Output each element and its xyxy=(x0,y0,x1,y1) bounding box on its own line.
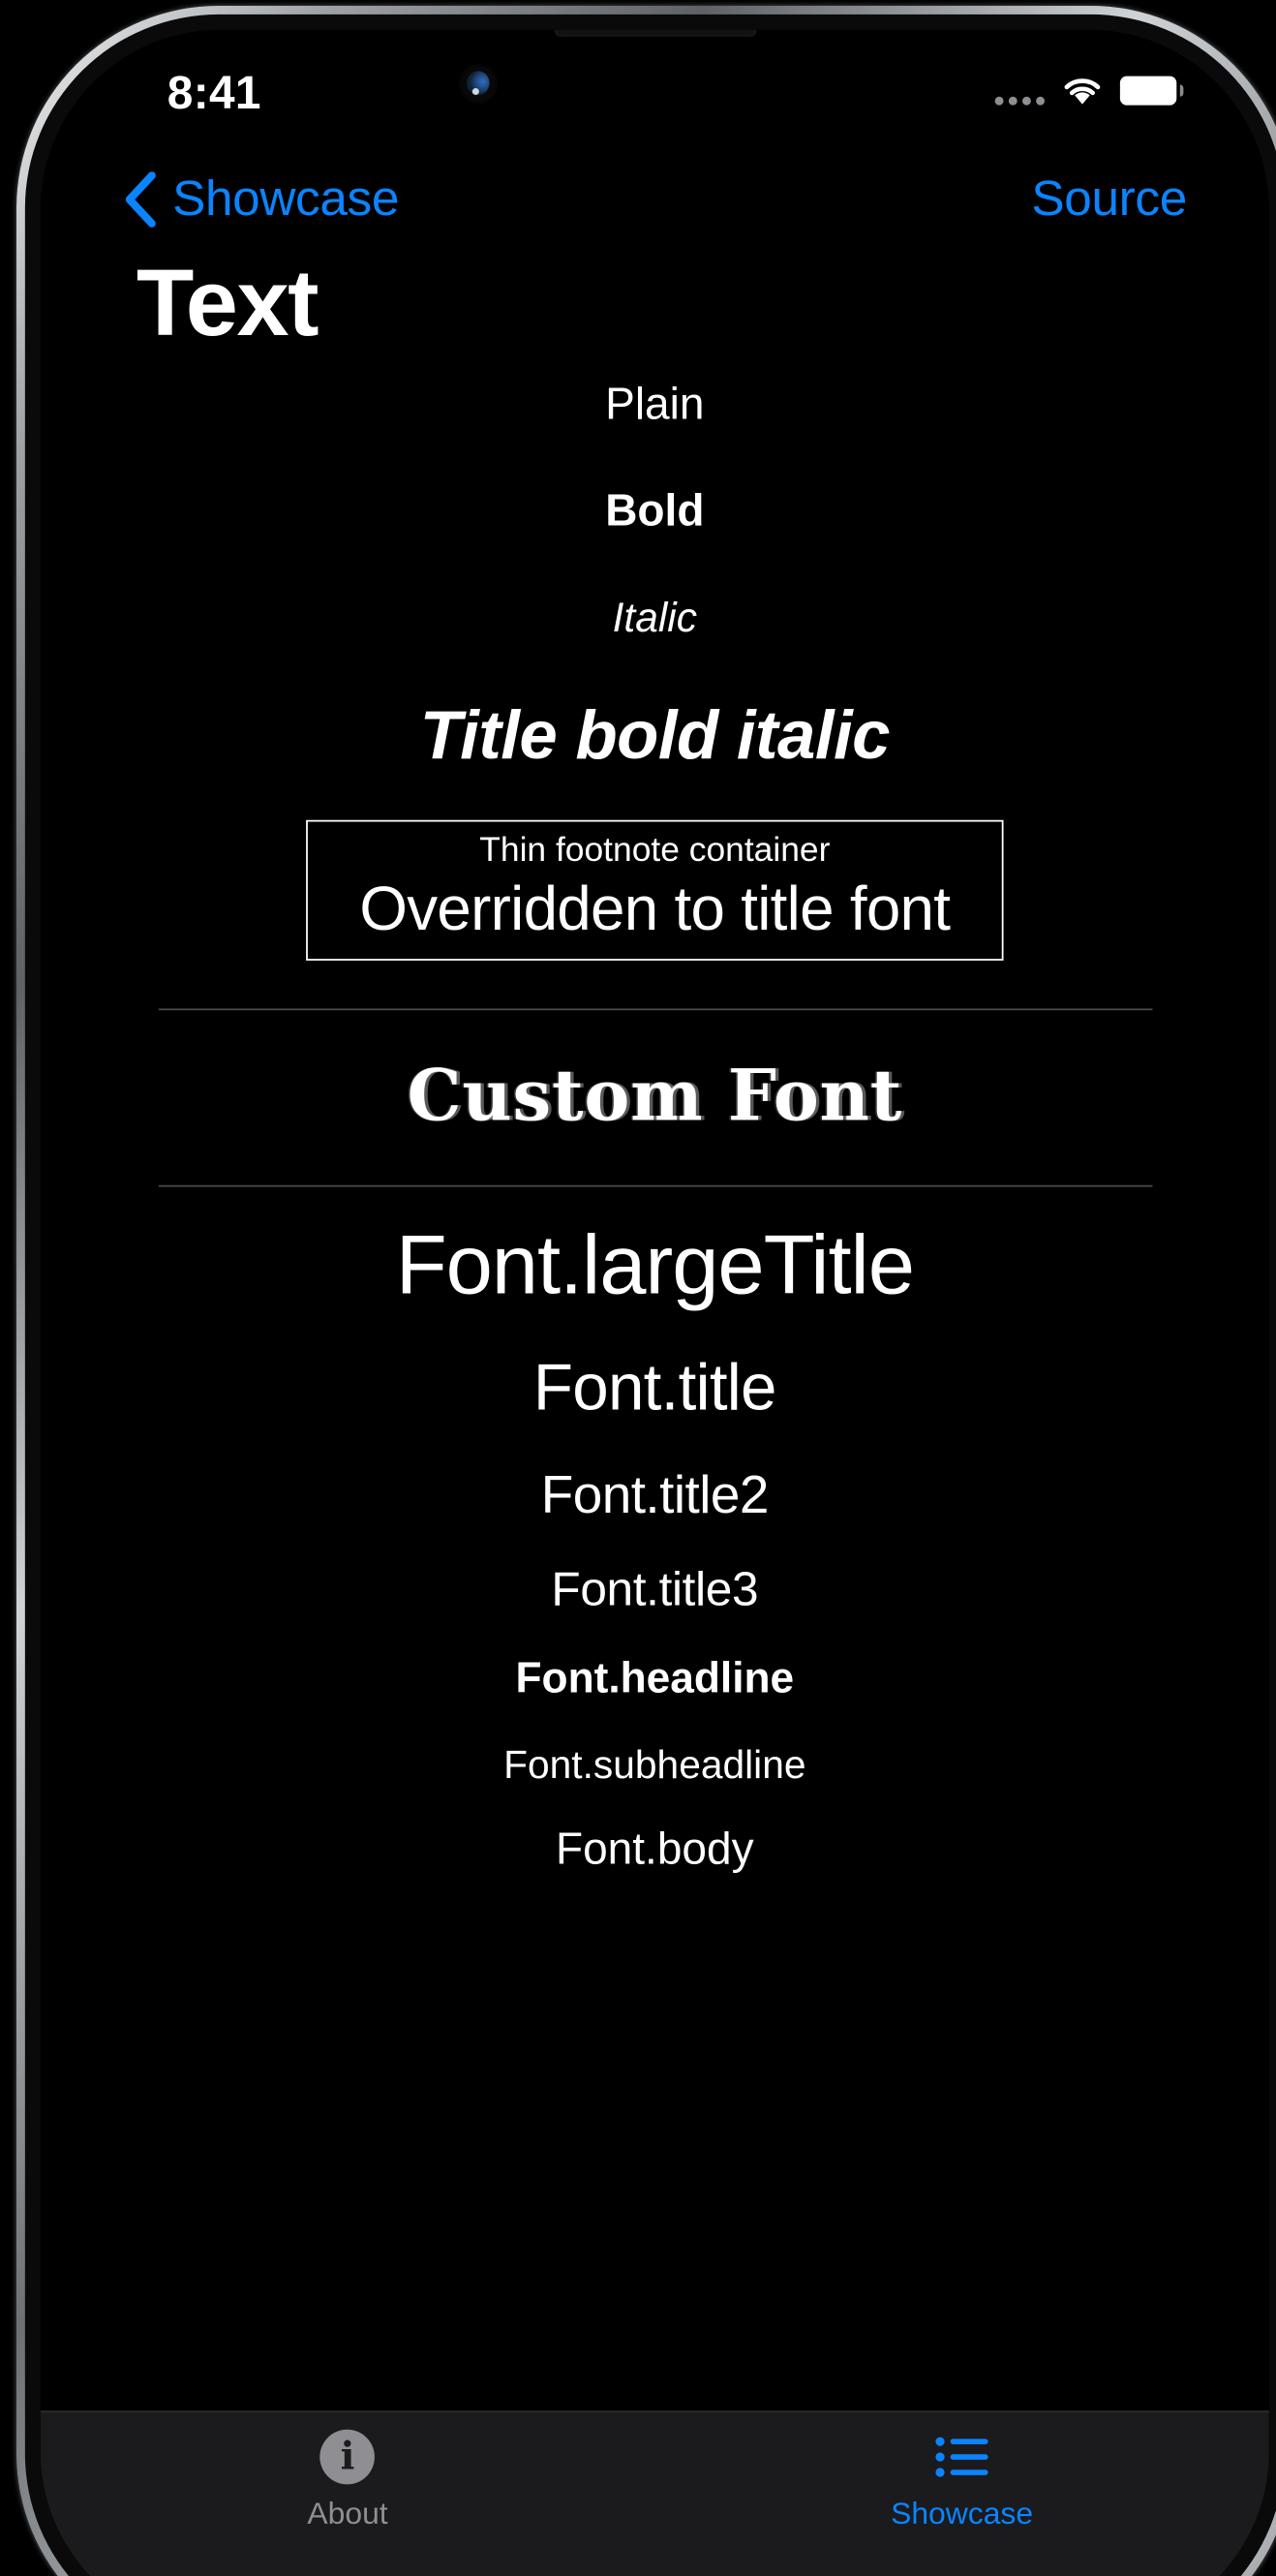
sample-plain: Plain xyxy=(605,378,705,430)
font-sample-headline: Font.headline xyxy=(515,1654,795,1702)
tab-showcase-label: Showcase xyxy=(891,2496,1034,2531)
info-circle-fill-icon: i xyxy=(319,2429,376,2485)
divider-top xyxy=(158,1007,1152,1010)
status-bar-time: 8:41 xyxy=(167,67,261,119)
app-screen: 8:41 Showcase Source Text Plain Bold Ita… xyxy=(40,29,1269,2576)
content-scroll-area[interactable]: Plain Bold Italic Title bold italic Thin… xyxy=(41,382,1269,1870)
font-sample-subheadline: Font.subheadline xyxy=(503,1741,806,1787)
sample-italic: Italic xyxy=(612,595,697,642)
sample-title-bold-italic: Title bold italic xyxy=(419,698,891,774)
device-frame: 8:41 Showcase Source Text Plain Bold Ita… xyxy=(16,6,1276,2576)
device-screen-clip: 8:41 Showcase Source Text Plain Bold Ita… xyxy=(40,29,1269,2576)
battery-full-icon xyxy=(1119,75,1184,105)
sample-custom-font: Custom Font xyxy=(407,1054,903,1137)
navigation-bar: Showcase Source xyxy=(41,153,1269,246)
sample-bold: Bold xyxy=(605,483,705,536)
divider-bottom xyxy=(158,1184,1152,1186)
status-bar-indicators xyxy=(994,71,1184,108)
tab-showcase[interactable]: Showcase xyxy=(654,2430,1269,2561)
wifi-icon xyxy=(1060,74,1105,107)
container-footnote-label: Thin footnote container xyxy=(479,832,831,871)
font-size-ladder: Font.largeTitle Font.title Font.title2 F… xyxy=(41,1218,1269,1874)
tab-about[interactable]: i About xyxy=(41,2429,655,2561)
font-sample-title: Font.title xyxy=(532,1352,777,1425)
font-sample-title3: Font.title3 xyxy=(551,1561,759,1615)
back-button[interactable]: Showcase xyxy=(123,153,399,246)
screenshot-stage: 8:41 Showcase Source Text Plain Bold Ita… xyxy=(0,0,1276,2576)
device-bezel: 8:41 Showcase Source Text Plain Bold Ita… xyxy=(24,14,1276,2576)
font-override-container: Thin footnote container Overridden to ti… xyxy=(306,819,1004,961)
back-button-label: Showcase xyxy=(172,170,400,227)
tab-about-label: About xyxy=(307,2496,388,2531)
font-sample-body: Font.body xyxy=(555,1822,754,1874)
font-sample-title2: Font.title2 xyxy=(540,1463,770,1524)
list-bullet-icon xyxy=(933,2430,991,2485)
page-title: Text xyxy=(136,249,319,356)
container-title-label: Overridden to title font xyxy=(359,873,951,944)
chevron-left-icon xyxy=(123,170,157,229)
font-sample-largetitle: Font.largeTitle xyxy=(395,1218,915,1312)
cellular-dots-icon xyxy=(994,71,1045,108)
source-button[interactable]: Source xyxy=(1031,153,1187,246)
tab-bar: i About Showcase xyxy=(40,2410,1269,2576)
status-bar: 8:41 xyxy=(41,30,1269,153)
